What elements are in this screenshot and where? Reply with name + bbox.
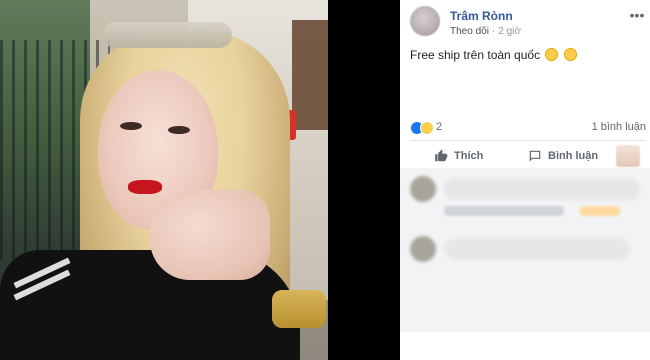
author-name[interactable]: Trâm Rònn bbox=[450, 9, 513, 23]
comment-bubble-blurred bbox=[444, 178, 640, 200]
post-meta: Theo dõi · 2 giờ bbox=[450, 26, 521, 37]
photo-hand bbox=[150, 190, 270, 280]
author-avatar[interactable] bbox=[410, 6, 440, 36]
rolling-on-floor-laughing-emoji bbox=[545, 48, 559, 61]
photo-sunglasses bbox=[102, 22, 232, 48]
comment-emoji-blurred bbox=[580, 206, 620, 216]
comment-button[interactable]: Bình luận bbox=[528, 146, 598, 166]
rolling-on-floor-laughing-emoji bbox=[563, 48, 577, 61]
post-panel: Trâm Rònn Theo dõi · 2 giờ ••• Free ship… bbox=[400, 0, 650, 360]
comment-meta-blurred bbox=[444, 206, 564, 216]
comment-label: Bình luận bbox=[548, 150, 599, 162]
more-options-icon[interactable]: ••• bbox=[628, 8, 646, 22]
comment-row bbox=[410, 176, 646, 228]
comments-count[interactable]: 1 bình luận bbox=[592, 121, 646, 133]
reactions-bar[interactable]: 2 1 bình luận bbox=[410, 121, 646, 135]
post-text: Free ship trên toàn quốc bbox=[410, 48, 646, 62]
reaction-count[interactable]: 2 bbox=[436, 121, 442, 133]
share-thumbnail[interactable] bbox=[616, 145, 640, 167]
viewer-avatar bbox=[410, 236, 436, 262]
post-photo[interactable] bbox=[0, 0, 328, 360]
photo-watch bbox=[272, 290, 326, 328]
like-label: Thích bbox=[454, 150, 484, 162]
like-button[interactable]: Thích bbox=[434, 146, 483, 166]
comment-input-row bbox=[410, 236, 646, 268]
comment-icon bbox=[529, 150, 541, 162]
photo-lips bbox=[128, 180, 162, 194]
divider bbox=[410, 140, 646, 141]
follow-label[interactable]: Theo dõi bbox=[450, 26, 489, 37]
post-text-body: Free ship trên toàn quốc bbox=[410, 48, 541, 62]
post-actions: Thích Bình luận bbox=[410, 144, 646, 168]
thumbs-up-icon bbox=[435, 149, 448, 162]
photo-left-eye bbox=[120, 122, 142, 130]
meta-separator: · bbox=[491, 26, 496, 37]
photo-right-eye bbox=[168, 126, 190, 134]
haha-reaction-icon bbox=[420, 121, 434, 135]
post-time[interactable]: 2 giờ bbox=[498, 26, 521, 37]
photo-shelf bbox=[292, 20, 328, 130]
panel-bottom bbox=[400, 332, 650, 360]
commenter-avatar[interactable] bbox=[410, 176, 436, 202]
comment-input-blurred[interactable] bbox=[444, 238, 630, 260]
post-header: Trâm Rònn Theo dõi · 2 giờ ••• bbox=[410, 4, 646, 40]
